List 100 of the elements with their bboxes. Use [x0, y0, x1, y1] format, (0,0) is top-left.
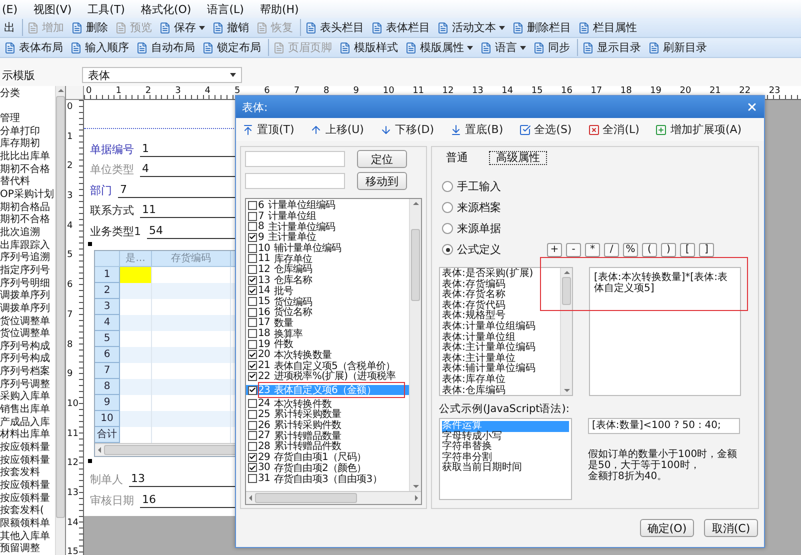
toolbar-button[interactable]: 保存 — [157, 19, 207, 36]
toolbar-button[interactable]: 全消(L) — [586, 122, 642, 137]
operator-button[interactable]: [ — [680, 242, 695, 256]
list-item[interactable]: 22 进项税率%(扩展)（进项税率 — [246, 371, 409, 382]
toolbar-button[interactable]: 输入顺序 — [68, 39, 131, 56]
list-item[interactable]: 10 辅计量单位编码 — [246, 242, 409, 254]
toolbar-button[interactable]: 撤销 — [210, 19, 251, 36]
list-item[interactable]: 16 货位名称 — [246, 306, 409, 318]
toolbar-button[interactable]: 表头栏目 — [303, 19, 366, 36]
toolbar-button[interactable]: 栏目属性 — [576, 19, 639, 36]
menu-item[interactable]: 格式化(O) — [140, 2, 192, 16]
tree-item[interactable]: 序列号追溯 — [0, 252, 55, 265]
tree-item[interactable]: 其他入库单 — [0, 530, 55, 544]
toolbar-button[interactable]: 模版属性 — [403, 39, 475, 56]
tree-item[interactable]: 序列号构成 — [0, 340, 55, 354]
operator-button[interactable]: ( — [642, 242, 657, 256]
list-item[interactable]: 14 批号 — [246, 286, 409, 296]
toolbar-button[interactable]: 显示目录 — [580, 39, 643, 56]
list-item[interactable]: 表体:辅计量单位编码 — [442, 364, 558, 375]
tree-item[interactable]: 期初不合格 — [0, 164, 55, 176]
operator-button[interactable]: * — [585, 242, 600, 256]
list-item[interactable]: 表体:主计量单位编码 — [442, 343, 558, 354]
toolbar-button[interactable]: 模版样式 — [337, 39, 400, 56]
toolbar-button[interactable]: 全选(S) — [517, 122, 574, 137]
menu-item[interactable]: 语言(L) — [207, 2, 244, 16]
list-item[interactable]: 表体:规格型号 — [442, 311, 558, 322]
dialog-button[interactable]: 确定(O) — [640, 519, 694, 537]
move-to-button[interactable]: 移动到 — [357, 172, 407, 190]
tree-item[interactable]: 预留调整 — [0, 543, 55, 555]
tree-item[interactable]: 按应领料量 — [0, 442, 55, 455]
list-item[interactable]: 18 换算率 — [246, 328, 409, 339]
example-code-field[interactable]: [表体:数量]<100 ? 50 : 40; — [588, 418, 740, 434]
radio-option[interactable]: 来源档案 — [442, 200, 547, 215]
tree-item[interactable]: 产成品入库 — [0, 416, 55, 430]
list-item[interactable]: 11 库存单位 — [246, 253, 409, 264]
tree-item[interactable]: 按应领料量 — [0, 454, 55, 468]
tree-item[interactable]: 调拨单序列 — [0, 302, 55, 316]
list-item[interactable]: 字母转成小写 — [442, 432, 569, 442]
toolbar-button[interactable]: 出 — [2, 19, 17, 36]
tree-item[interactable]: 管理 — [0, 113, 55, 126]
list-item[interactable]: 27 累计转赠品数量 — [246, 430, 409, 442]
list-item[interactable]: 12 仓库编码 — [246, 264, 409, 275]
tree-item[interactable]: 按套发料 — [0, 467, 55, 480]
toolbar-button[interactable]: 上移(U) — [308, 122, 366, 137]
operator-button[interactable]: ) — [661, 242, 676, 256]
list-item[interactable]: 28 累计转赠品件数 — [246, 441, 409, 452]
tree-item[interactable]: 限额领料单 — [0, 518, 55, 531]
toolbar-button[interactable]: 表体布局 — [2, 39, 65, 56]
list-item[interactable]: 表体:库存单位 — [442, 374, 558, 386]
toolbar-button[interactable]: 置顶(T) — [240, 122, 296, 137]
tree-item[interactable]: 批比出库单 — [0, 150, 55, 164]
toolbar-button[interactable]: 同步 — [531, 39, 572, 56]
template-select[interactable]: 表体 — [82, 67, 242, 83]
tree-item[interactable]: 批次追溯 — [0, 226, 55, 240]
tree-item[interactable]: 指定序列号 — [0, 264, 55, 278]
menu-item[interactable]: (E) — [2, 2, 18, 16]
list-item[interactable]: 17 数量 — [246, 318, 409, 328]
tree-item[interactable]: 货位调整单 — [0, 328, 55, 341]
menu-item[interactable]: 帮助(H) — [260, 2, 299, 16]
formula-field[interactable]: [表体:本次转换数量]*[表体:表体自定义项5] — [589, 267, 741, 396]
list-item[interactable]: 表体:仓库编码 — [442, 386, 558, 395]
tree-item[interactable]: 按套发料( — [0, 505, 55, 518]
tree-item[interactable]: 出库跟踪入 — [0, 240, 55, 252]
list-item[interactable]: 25 累计转采购数量 — [246, 409, 409, 420]
dialog-button[interactable]: 取消(C) — [704, 519, 758, 537]
list-item[interactable]: 24 本次转换件数 — [246, 398, 409, 410]
tree-item[interactable]: 序列号明细 — [0, 278, 55, 290]
toolbar-button[interactable]: 删除栏目 — [510, 19, 573, 36]
tree-item[interactable]: 分单打印 — [0, 126, 55, 138]
list-item[interactable]: 30 存货自由项2（颜色） — [246, 462, 409, 474]
list-item[interactable]: 19 件数 — [246, 338, 409, 350]
toolbar-button[interactable]: 表体栏目 — [369, 19, 432, 36]
list-item[interactable]: 20 本次转换数量 — [246, 350, 409, 360]
toolbar-button[interactable]: 自动布局 — [134, 39, 197, 56]
toolbar-button[interactable]: 刷新目录 — [646, 39, 709, 56]
operator-button[interactable]: - — [566, 242, 581, 256]
list-item[interactable]: 表体:存货名称 — [442, 290, 558, 301]
toolbar-button[interactable]: 语言 — [478, 39, 528, 56]
tree-item[interactable]: 期初不合格 — [0, 214, 55, 227]
operator-button[interactable]: ] — [699, 242, 714, 256]
list-item[interactable]: 31 存货自由项3（自由项3） — [246, 473, 409, 484]
tree-item[interactable]: 按应领料量 — [0, 492, 55, 506]
tab[interactable]: 高级属性 — [489, 151, 547, 165]
list-item[interactable]: 21 表体自定义项5（含税单价） — [246, 360, 409, 371]
list-item[interactable]: 获取当前日期时间 — [442, 463, 569, 474]
operator-button[interactable]: % — [623, 242, 638, 256]
tree-item[interactable]: 库存期初 — [0, 138, 55, 151]
tree-item[interactable]: OP采购计划 — [0, 188, 55, 202]
tree-item[interactable]: 货位调整单 — [0, 316, 55, 328]
tree-item[interactable]: 替代料 — [0, 176, 55, 189]
toolbar-button[interactable]: 增加扩展项(A) — [653, 122, 744, 137]
toolbar-button[interactable]: 删除 — [69, 19, 110, 36]
toolbar-button[interactable]: 活动文本 — [435, 19, 507, 36]
toolbar-button[interactable]: 置底(B) — [448, 122, 506, 137]
list-item[interactable]: 字符串替换 — [442, 442, 569, 452]
tree-item[interactable]: 销售出库单 — [0, 404, 55, 417]
locate-button[interactable]: 定位 — [357, 150, 407, 168]
tree-item[interactable]: 调拨单序列 — [0, 290, 55, 303]
toolbar-button[interactable]: 锁定布局 — [200, 39, 263, 56]
tree-item[interactable]: 序列号调整 — [0, 378, 55, 392]
